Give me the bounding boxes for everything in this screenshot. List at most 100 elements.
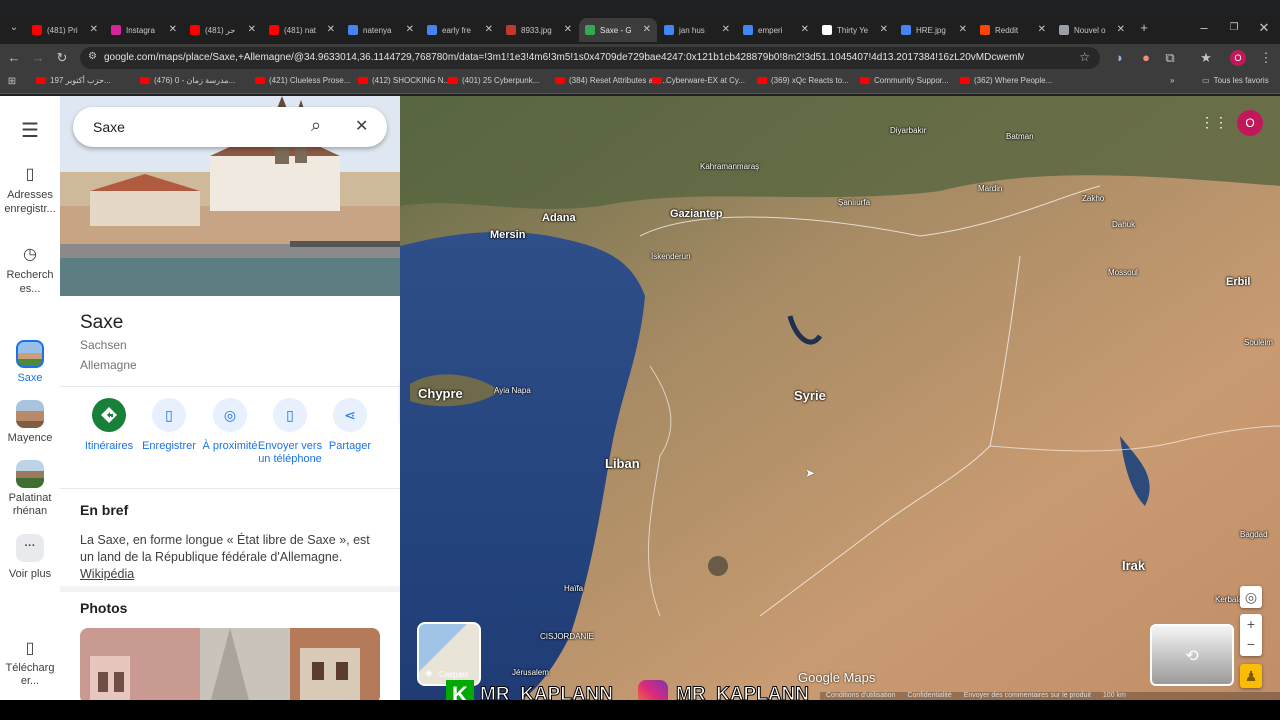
tab-close-icon[interactable]: ✕ (722, 24, 730, 35)
profile-avatar[interactable]: O (1230, 50, 1246, 66)
extensions-puzzle-icon[interactable]: ⧉ (1160, 48, 1180, 68)
extension-icon[interactable]: ◗ (1110, 48, 1130, 68)
browser-tab[interactable]: Nouvel o ✕ (1053, 18, 1131, 42)
all-bookmarks-link[interactable]: ▭ Tous les favoris (1202, 76, 1269, 85)
satellite-map[interactable]: Diyarbakır Batman Kahramanmaraş Şanlıurfa Ma… (400, 96, 1280, 700)
bookmark-item[interactable]: Cyberware-EX at Cy... (652, 76, 745, 85)
rail-item-palatinat[interactable]: Palatinat rhénan (0, 460, 60, 518)
browser-menu-icon[interactable]: ⋮ (1256, 48, 1276, 68)
rail-download[interactable]: ▯ Télécharg er... (0, 638, 60, 688)
search-icon[interactable]: ⌕ (311, 115, 321, 136)
browser-tab[interactable]: (481) Pri ✕ (26, 18, 104, 42)
tab-close-icon[interactable]: ✕ (880, 24, 888, 35)
map-place-label[interactable]: Diyarbakır (890, 126, 926, 135)
search-input[interactable] (93, 117, 293, 137)
site-info-icon[interactable]: ⚙ (88, 51, 97, 62)
zoom-out-button[interactable]: − (1240, 634, 1262, 654)
browser-tab[interactable]: early fre ✕ (421, 18, 499, 42)
map-place-label[interactable]: CISJORDANIE (540, 632, 594, 641)
map-place-label[interactable]: Mossoul (1108, 268, 1138, 277)
rail-more[interactable]: ··· Voir plus (0, 534, 60, 580)
address-bar[interactable]: ⚙ google.com/maps/place/Saxe,+Allemagne/… (80, 47, 1100, 69)
map-place-label[interactable]: Erbil (1226, 276, 1250, 288)
map-place-label[interactable]: Chypre (418, 386, 463, 401)
clear-search-icon[interactable]: ✕ (355, 116, 368, 136)
map-place-label[interactable]: Mersin (490, 229, 525, 241)
browser-tab[interactable]: Thirty Ye ✕ (816, 18, 894, 42)
privacy-link[interactable]: Confidentialité (907, 692, 951, 699)
browser-tab[interactable]: Reddit ✕ (974, 18, 1052, 42)
map-place-label[interactable]: Liban (605, 456, 640, 471)
tab-close-icon[interactable]: ✕ (406, 24, 414, 35)
map-place-label[interactable]: Kahramanmaraş (700, 162, 759, 171)
bookmark-item[interactable]: (412) SHOCKING N... (358, 76, 450, 85)
map-place-label[interactable]: Adana (542, 212, 576, 224)
bookmark-item[interactable]: (362) Where People... (960, 76, 1052, 85)
close-window-icon[interactable]: ✕ (1254, 18, 1274, 38)
back-icon[interactable]: ← (4, 48, 24, 68)
tab-close-icon[interactable]: ✕ (1117, 24, 1125, 35)
browser-tab[interactable]: emperi ✕ (737, 18, 815, 42)
feedback-link[interactable]: Envoyer des commentaires sur le produit (964, 692, 1091, 699)
forward-icon[interactable]: → (28, 48, 48, 68)
tab-close-icon[interactable]: ✕ (327, 24, 335, 35)
apps-grid-icon[interactable]: ⋮⋮ (1200, 114, 1228, 130)
tab-close-icon[interactable]: ✕ (169, 24, 177, 35)
reload-icon[interactable]: ↻ (52, 48, 72, 68)
tab-close-icon[interactable]: ✕ (643, 24, 651, 35)
map-place-label[interactable]: Zakho (1082, 194, 1104, 203)
globe-view-button[interactable]: ⟲ (1150, 624, 1234, 686)
map-place-label[interactable]: Şanlıurfa (838, 198, 870, 207)
reading-list-icon[interactable]: ★ (1196, 48, 1216, 68)
photo-thumbnail[interactable] (80, 628, 380, 700)
my-location-icon[interactable]: ◎ (1240, 586, 1262, 608)
minimize-icon[interactable]: – (1194, 18, 1214, 38)
more-bookmarks-icon[interactable]: » (1170, 76, 1174, 85)
maximize-icon[interactable]: ❐ (1224, 18, 1244, 38)
search-box[interactable]: ⌕ ✕ (73, 107, 387, 147)
bookmark-item[interactable]: (384) Reset Attributes alw... (555, 76, 667, 85)
tab-close-icon[interactable]: ✕ (485, 24, 493, 35)
map-place-label[interactable]: Bagdad (1240, 530, 1268, 539)
tab-search-icon[interactable]: ⌄ (4, 18, 24, 38)
map-place-label[interactable]: Dahuk (1112, 220, 1135, 229)
tab-close-icon[interactable]: ✕ (801, 24, 809, 35)
rail-item-mayence[interactable]: Mayence (0, 400, 60, 444)
tab-close-icon[interactable]: ✕ (248, 24, 256, 35)
bookmark-item[interactable]: (369) xQc Reacts to... (757, 76, 849, 85)
tab-close-icon[interactable]: ✕ (90, 24, 98, 35)
map-place-label[interactable]: Kerbala (1215, 595, 1243, 604)
map-place-label[interactable]: Batman (1006, 132, 1034, 141)
bookmark-star-icon[interactable]: ☆ (1079, 50, 1090, 64)
browser-tab[interactable]: (481) حر ✕ (184, 18, 262, 42)
map-place-label[interactable]: Syrie (794, 388, 826, 403)
browser-tab[interactable]: Instagra ✕ (105, 18, 183, 42)
zoom-control[interactable]: + − (1240, 614, 1262, 656)
hamburger-icon[interactable]: ☰ (0, 118, 60, 143)
tab-close-icon[interactable]: ✕ (564, 24, 572, 35)
bookmark-item[interactable]: (421) Clueless Prose... (255, 76, 350, 85)
apps-icon[interactable]: ⊞ (2, 72, 22, 92)
bookmark-item[interactable]: (401) 25 Cyberpunk... (448, 76, 539, 85)
tab-close-icon[interactable]: ✕ (959, 24, 967, 35)
tab-close-icon[interactable]: ✕ (1038, 24, 1046, 35)
account-avatar[interactable]: O (1237, 110, 1263, 136)
bookmark-item[interactable]: Community Suppor... (860, 76, 949, 85)
bookmark-item[interactable]: حزب أكتوبر 197... (36, 76, 111, 85)
extension-2-icon[interactable]: ● (1136, 48, 1156, 68)
rail-saved[interactable]: ▯ Adresses enregistr... (0, 164, 60, 216)
map-place-label[interactable]: Ayia Napa (494, 386, 531, 395)
map-place-label[interactable]: Irak (1122, 558, 1145, 573)
browser-tab[interactable]: natenya ✕ (342, 18, 420, 42)
map-place-label[interactable]: Haïfa (564, 584, 583, 593)
browser-tab[interactable]: jan hus ✕ (658, 18, 736, 42)
rail-item-saxe[interactable]: Saxe (0, 340, 60, 384)
browser-tab[interactable]: (481) nat ✕ (263, 18, 341, 42)
map-place-label[interactable]: Gaziantep (670, 208, 723, 220)
bookmark-item[interactable]: (476) مدرسة زمان - 0... (140, 76, 235, 85)
browser-tab[interactable]: HRE.jpg ✕ (895, 18, 973, 42)
url-text[interactable]: google.com/maps/place/Saxe,+Allemagne/@3… (104, 52, 1024, 63)
new-tab-button[interactable]: + (1134, 18, 1154, 38)
map-place-label[interactable]: Mardin (978, 184, 1002, 193)
wikipedia-link[interactable]: Wikipédia (80, 567, 134, 581)
